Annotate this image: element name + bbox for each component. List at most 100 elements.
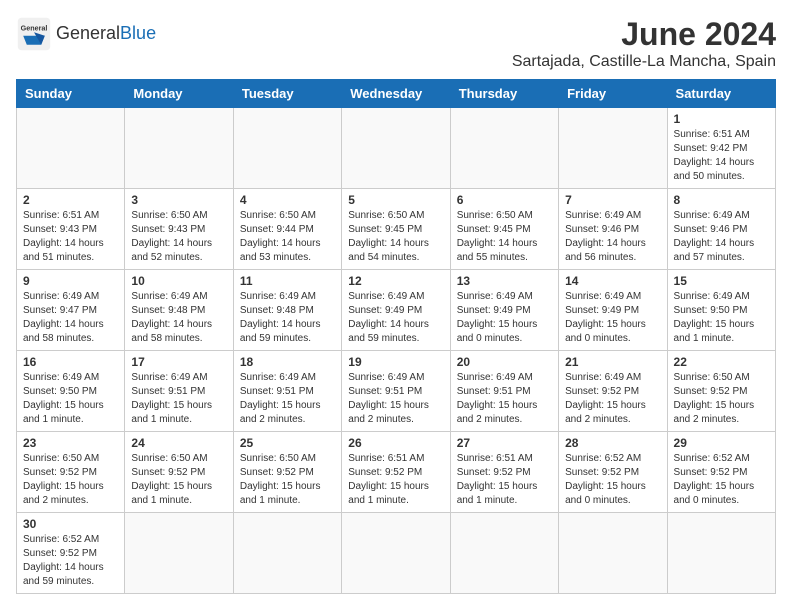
day-number: 8 bbox=[674, 193, 769, 207]
calendar-cell: 29Sunrise: 6:52 AMSunset: 9:52 PMDayligh… bbox=[667, 432, 775, 513]
calendar-cell: 21 Sunrise: 6:49 AMSunset: 9:52 PMDayligh… bbox=[559, 351, 667, 432]
calendar-week-2: 2 Sunrise: 6:51 AMSunset: 9:43 PMDaylight… bbox=[17, 189, 776, 270]
calendar-cell bbox=[559, 108, 667, 189]
calendar-cell bbox=[342, 513, 450, 594]
day-info: Sunrise: 6:50 AMSunset: 9:52 PMDaylight:… bbox=[23, 452, 118, 508]
calendar-cell: 5 Sunrise: 6:50 AMSunset: 9:45 PMDaylight… bbox=[342, 189, 450, 270]
day-number: 23 bbox=[23, 436, 118, 450]
day-number: 7 bbox=[565, 193, 660, 207]
calendar-week-6: 30 Sunrise: 6:52 AMSunset: 9:52 PMDayligh… bbox=[17, 513, 776, 594]
calendar-cell bbox=[17, 108, 125, 189]
day-info: Sunrise: 6:49 AMSunset: 9:51 PMDaylight:… bbox=[457, 371, 552, 427]
calendar-cell bbox=[342, 108, 450, 189]
day-number: 2 bbox=[23, 193, 118, 207]
day-info: Sunrise: 6:50 AMSunset: 9:52 PMDaylight:… bbox=[674, 371, 769, 427]
calendar-cell: 6Sunrise: 6:50 AMSunset: 9:45 PMDaylight… bbox=[450, 189, 558, 270]
calendar-cell bbox=[233, 513, 341, 594]
calendar-header: Sunday Monday Tuesday Wednesday Thursday… bbox=[17, 80, 776, 108]
day-info: Sunrise: 6:51 AMSunset: 9:52 PMDaylight:… bbox=[348, 452, 443, 508]
day-number: 5 bbox=[348, 193, 443, 207]
calendar-cell: 13 Sunrise: 6:49 AMSunset: 9:49 PMDayligh… bbox=[450, 270, 558, 351]
main-title: June 2024 bbox=[512, 16, 776, 53]
col-saturday: Saturday bbox=[667, 80, 775, 108]
calendar-cell: 17Sunrise: 6:49 AMSunset: 9:51 PMDayligh… bbox=[125, 351, 233, 432]
calendar-cell: 19 Sunrise: 6:49 AMSunset: 9:51 PMDayligh… bbox=[342, 351, 450, 432]
day-number: 24 bbox=[131, 436, 226, 450]
day-info: Sunrise: 6:49 AMSunset: 9:50 PMDaylight:… bbox=[674, 290, 769, 346]
day-info: Sunrise: 6:49 AMSunset: 9:49 PMDaylight:… bbox=[457, 290, 552, 346]
day-info: Sunrise: 6:50 AMSunset: 9:52 PMDaylight:… bbox=[131, 452, 226, 508]
header-row: Sunday Monday Tuesday Wednesday Thursday… bbox=[17, 80, 776, 108]
calendar-cell: 28 Sunrise: 6:52 AMSunset: 9:52 PMDayligh… bbox=[559, 432, 667, 513]
day-number: 22 bbox=[674, 355, 769, 369]
day-number: 21 bbox=[565, 355, 660, 369]
calendar-cell bbox=[667, 513, 775, 594]
col-friday: Friday bbox=[559, 80, 667, 108]
calendar-cell bbox=[233, 108, 341, 189]
day-info: Sunrise: 6:49 AMSunset: 9:47 PMDaylight:… bbox=[23, 290, 118, 346]
day-info: Sunrise: 6:49 AMSunset: 9:51 PMDaylight:… bbox=[348, 371, 443, 427]
day-info: Sunrise: 6:49 AMSunset: 9:48 PMDaylight:… bbox=[240, 290, 335, 346]
day-info: Sunrise: 6:50 AMSunset: 9:45 PMDaylight:… bbox=[348, 209, 443, 265]
calendar-table: Sunday Monday Tuesday Wednesday Thursday… bbox=[16, 79, 776, 594]
day-number: 18 bbox=[240, 355, 335, 369]
day-info: Sunrise: 6:49 AMSunset: 9:46 PMDaylight:… bbox=[565, 209, 660, 265]
day-number: 25 bbox=[240, 436, 335, 450]
day-number: 29 bbox=[674, 436, 769, 450]
day-number: 19 bbox=[348, 355, 443, 369]
day-info: Sunrise: 6:50 AMSunset: 9:44 PMDaylight:… bbox=[240, 209, 335, 265]
calendar-cell: 4 Sunrise: 6:50 AMSunset: 9:44 PMDaylight… bbox=[233, 189, 341, 270]
day-number: 6 bbox=[457, 193, 552, 207]
day-info: Sunrise: 6:51 AMSunset: 9:43 PMDaylight:… bbox=[23, 209, 118, 265]
page-container: General GeneralBlue June 2024 Sartajada,… bbox=[16, 16, 776, 594]
calendar-body: 1Sunrise: 6:51 AMSunset: 9:42 PMDaylight… bbox=[17, 108, 776, 594]
calendar-cell: 24 Sunrise: 6:50 AMSunset: 9:52 PMDayligh… bbox=[125, 432, 233, 513]
calendar-cell bbox=[559, 513, 667, 594]
calendar-cell bbox=[125, 108, 233, 189]
calendar-cell: 1Sunrise: 6:51 AMSunset: 9:42 PMDaylight… bbox=[667, 108, 775, 189]
col-monday: Monday bbox=[125, 80, 233, 108]
calendar-cell: 15 Sunrise: 6:49 AMSunset: 9:50 PMDayligh… bbox=[667, 270, 775, 351]
logo-text: GeneralBlue bbox=[56, 24, 156, 44]
day-number: 15 bbox=[674, 274, 769, 288]
calendar-cell: 11Sunrise: 6:49 AMSunset: 9:48 PMDayligh… bbox=[233, 270, 341, 351]
day-number: 28 bbox=[565, 436, 660, 450]
day-info: Sunrise: 6:49 AMSunset: 9:52 PMDaylight:… bbox=[565, 371, 660, 427]
day-info: Sunrise: 6:50 AMSunset: 9:43 PMDaylight:… bbox=[131, 209, 226, 265]
calendar-cell: 16Sunrise: 6:49 AMSunset: 9:50 PMDayligh… bbox=[17, 351, 125, 432]
calendar-cell: 12Sunrise: 6:49 AMSunset: 9:49 PMDayligh… bbox=[342, 270, 450, 351]
day-number: 13 bbox=[457, 274, 552, 288]
day-info: Sunrise: 6:52 AMSunset: 9:52 PMDaylight:… bbox=[565, 452, 660, 508]
col-tuesday: Tuesday bbox=[233, 80, 341, 108]
day-info: Sunrise: 6:50 AMSunset: 9:52 PMDaylight:… bbox=[240, 452, 335, 508]
calendar-cell: 20 Sunrise: 6:49 AMSunset: 9:51 PMDayligh… bbox=[450, 351, 558, 432]
calendar-cell: 18 Sunrise: 6:49 AMSunset: 9:51 PMDayligh… bbox=[233, 351, 341, 432]
day-number: 9 bbox=[23, 274, 118, 288]
col-wednesday: Wednesday bbox=[342, 80, 450, 108]
logo: General GeneralBlue bbox=[16, 16, 156, 52]
day-number: 4 bbox=[240, 193, 335, 207]
day-number: 17 bbox=[131, 355, 226, 369]
calendar-week-1: 1Sunrise: 6:51 AMSunset: 9:42 PMDaylight… bbox=[17, 108, 776, 189]
calendar-week-4: 16Sunrise: 6:49 AMSunset: 9:50 PMDayligh… bbox=[17, 351, 776, 432]
col-sunday: Sunday bbox=[17, 80, 125, 108]
day-number: 14 bbox=[565, 274, 660, 288]
day-info: Sunrise: 6:49 AMSunset: 9:51 PMDaylight:… bbox=[240, 371, 335, 427]
calendar-cell: 27Sunrise: 6:51 AMSunset: 9:52 PMDayligh… bbox=[450, 432, 558, 513]
day-info: Sunrise: 6:49 AMSunset: 9:49 PMDaylight:… bbox=[348, 290, 443, 346]
logo-icon: General bbox=[16, 16, 52, 52]
calendar-cell: 22 Sunrise: 6:50 AMSunset: 9:52 PMDayligh… bbox=[667, 351, 775, 432]
calendar-cell: 10Sunrise: 6:49 AMSunset: 9:48 PMDayligh… bbox=[125, 270, 233, 351]
calendar-cell: 7 Sunrise: 6:49 AMSunset: 9:46 PMDaylight… bbox=[559, 189, 667, 270]
svg-text:General: General bbox=[21, 23, 48, 32]
calendar-cell bbox=[450, 108, 558, 189]
day-info: Sunrise: 6:52 AMSunset: 9:52 PMDaylight:… bbox=[23, 533, 118, 589]
day-info: Sunrise: 6:49 AMSunset: 9:50 PMDaylight:… bbox=[23, 371, 118, 427]
day-number: 30 bbox=[23, 517, 118, 531]
header: General GeneralBlue June 2024 Sartajada,… bbox=[16, 16, 776, 71]
day-number: 20 bbox=[457, 355, 552, 369]
calendar-cell: 25 Sunrise: 6:50 AMSunset: 9:52 PMDayligh… bbox=[233, 432, 341, 513]
day-info: Sunrise: 6:51 AMSunset: 9:52 PMDaylight:… bbox=[457, 452, 552, 508]
calendar-cell: 8Sunrise: 6:49 AMSunset: 9:46 PMDaylight… bbox=[667, 189, 775, 270]
calendar-cell: 14Sunrise: 6:49 AMSunset: 9:49 PMDayligh… bbox=[559, 270, 667, 351]
